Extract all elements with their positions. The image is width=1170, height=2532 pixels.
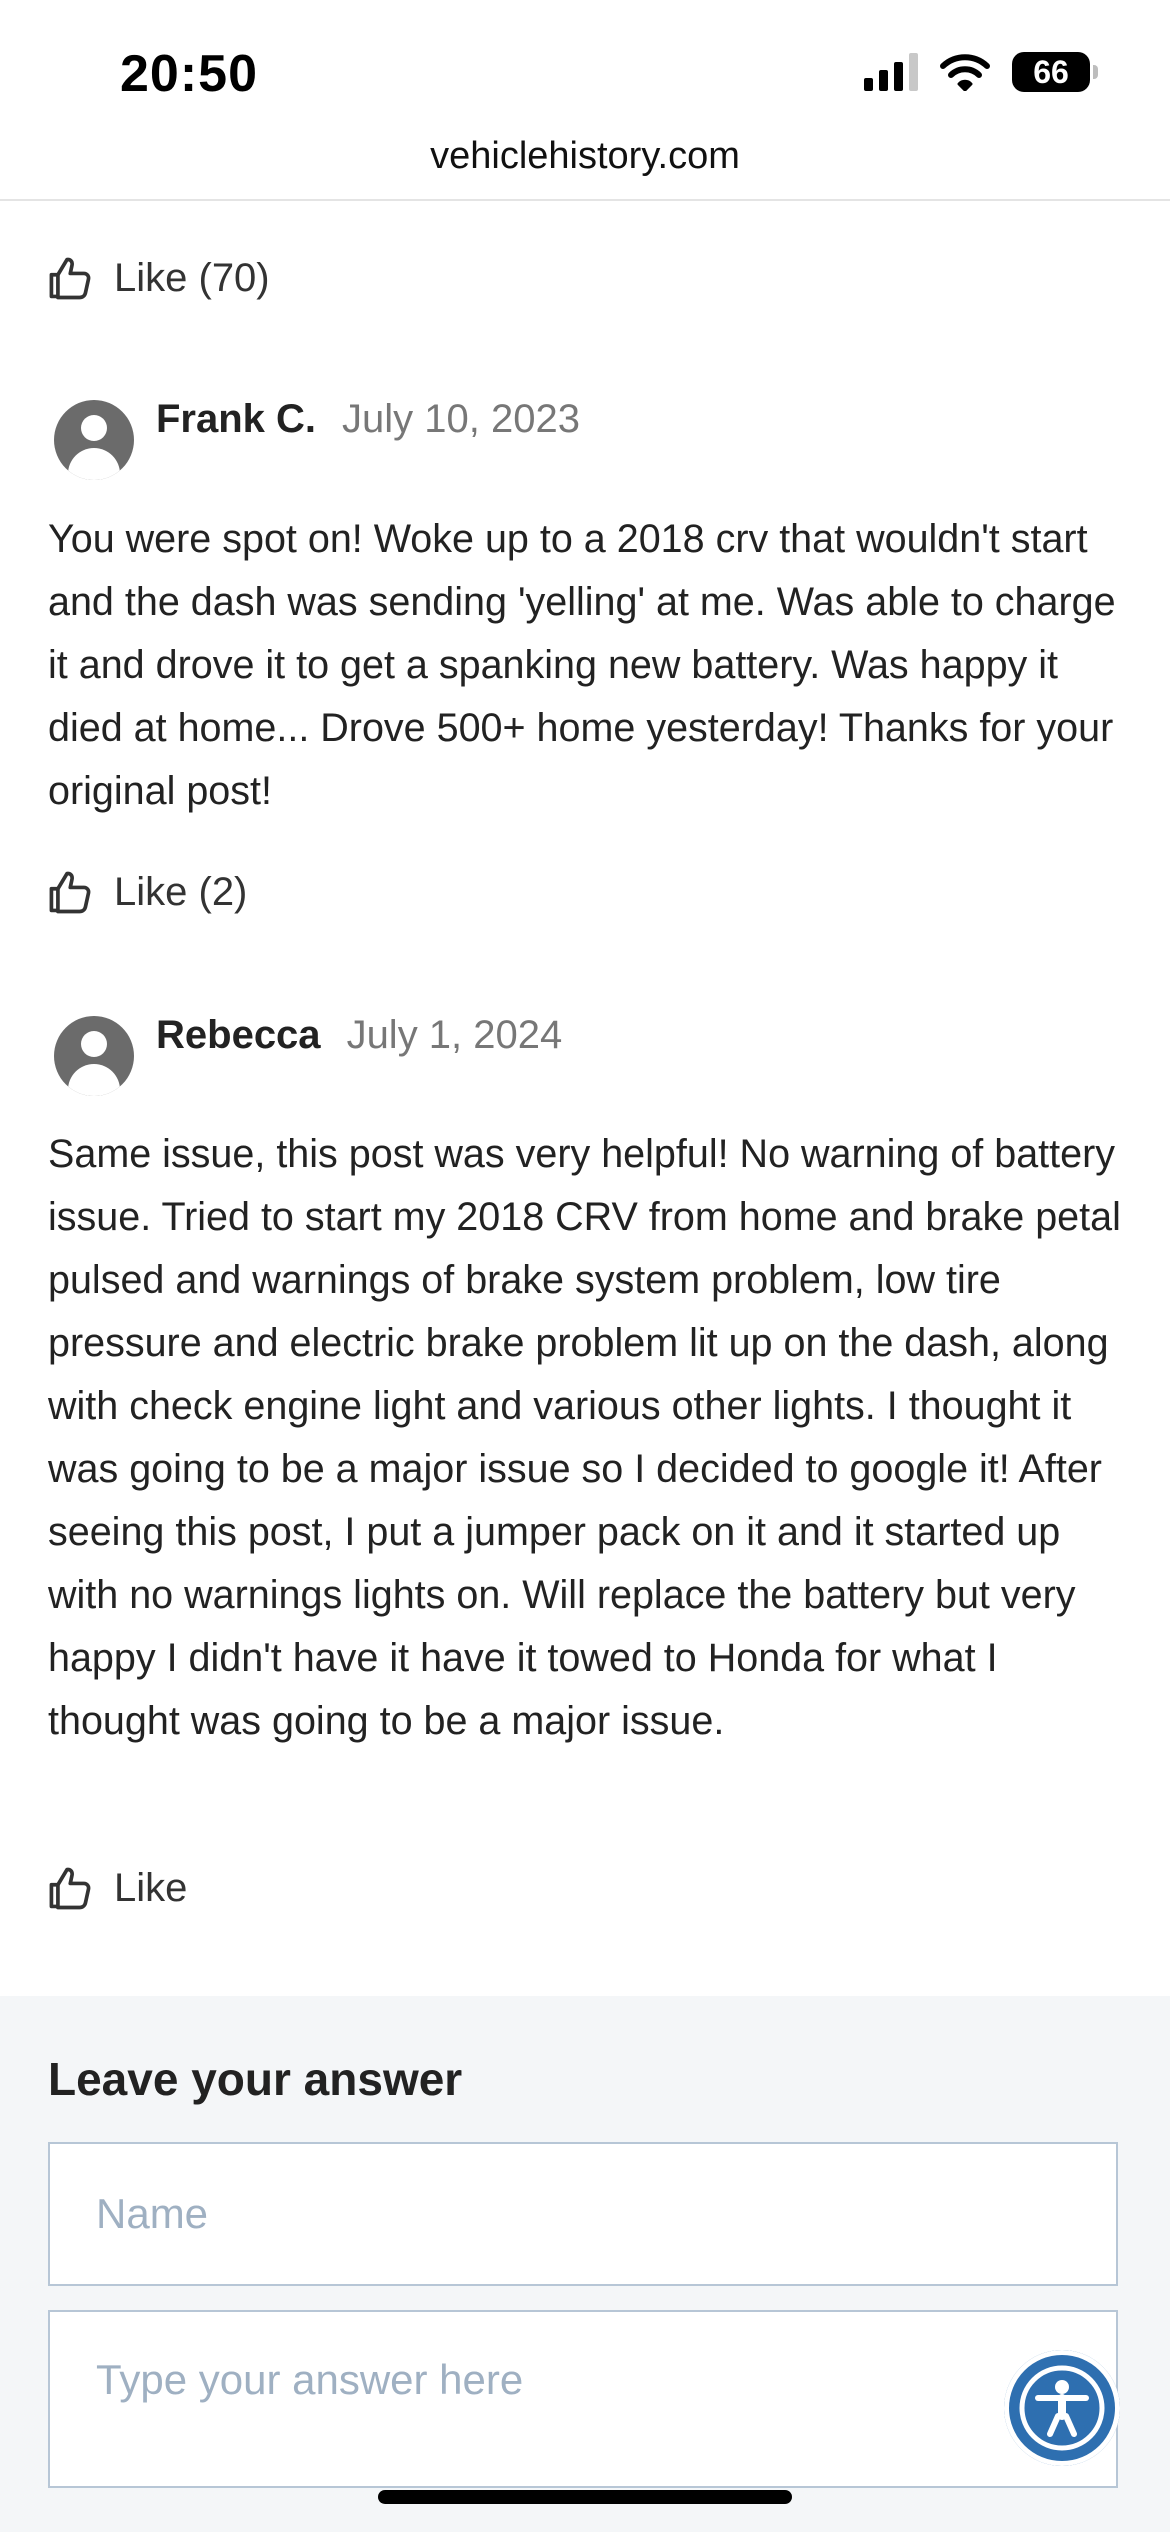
like-label: Like (70) (114, 255, 270, 300)
user-avatar-icon (54, 1016, 134, 1096)
thumbs-up-icon (49, 1867, 91, 1910)
status-time: 20:50 (120, 45, 258, 103)
comment-author: Frank C. (156, 397, 317, 441)
battery-icon: 66 (1012, 52, 1098, 92)
like-label: Like (114, 1865, 188, 1910)
cellular-signal-icon (864, 53, 918, 91)
answer-form: Leave your answer (0, 1996, 1170, 2532)
answer-form-title: Leave your answer (48, 2053, 463, 2105)
comment-date: July 10, 2023 (342, 397, 580, 441)
like-button[interactable]: Like (46, 1862, 187, 1914)
comment-date: July 1, 2024 (346, 1013, 563, 1057)
accessibility-icon (1019, 2365, 1105, 2451)
comment-text: Same issue, this post was very helpful! … (48, 1132, 1121, 1743)
comment-author: Rebecca (156, 1013, 321, 1057)
accessibility-button[interactable] (1004, 2350, 1120, 2466)
like-button[interactable]: Like (2) (46, 866, 247, 918)
address-bar-url: vehiclehistory.com (430, 135, 740, 177)
thumbs-up-icon (49, 257, 91, 300)
address-bar[interactable]: vehiclehistory.com (0, 135, 1170, 201)
comment-header: Frank C. July 10, 2023 (54, 394, 580, 480)
like-label: Like (2) (114, 869, 248, 914)
battery-level: 66 (1033, 53, 1069, 90)
comment-text: You were spot on! Woke up to a 2018 crv … (48, 517, 1116, 813)
name-input[interactable] (48, 2142, 1118, 2286)
answer-textarea[interactable] (48, 2310, 1118, 2488)
home-indicator[interactable] (378, 2490, 792, 2504)
comment-header: Rebecca July 1, 2024 (54, 1010, 562, 1096)
thumbs-up-icon (49, 871, 91, 914)
user-avatar-icon (54, 400, 134, 480)
status-icons: 66 (864, 52, 1098, 92)
wifi-icon (940, 54, 990, 91)
like-button[interactable]: Like (70) (46, 252, 270, 304)
status-bar: 20:50 66 (0, 0, 1170, 135)
